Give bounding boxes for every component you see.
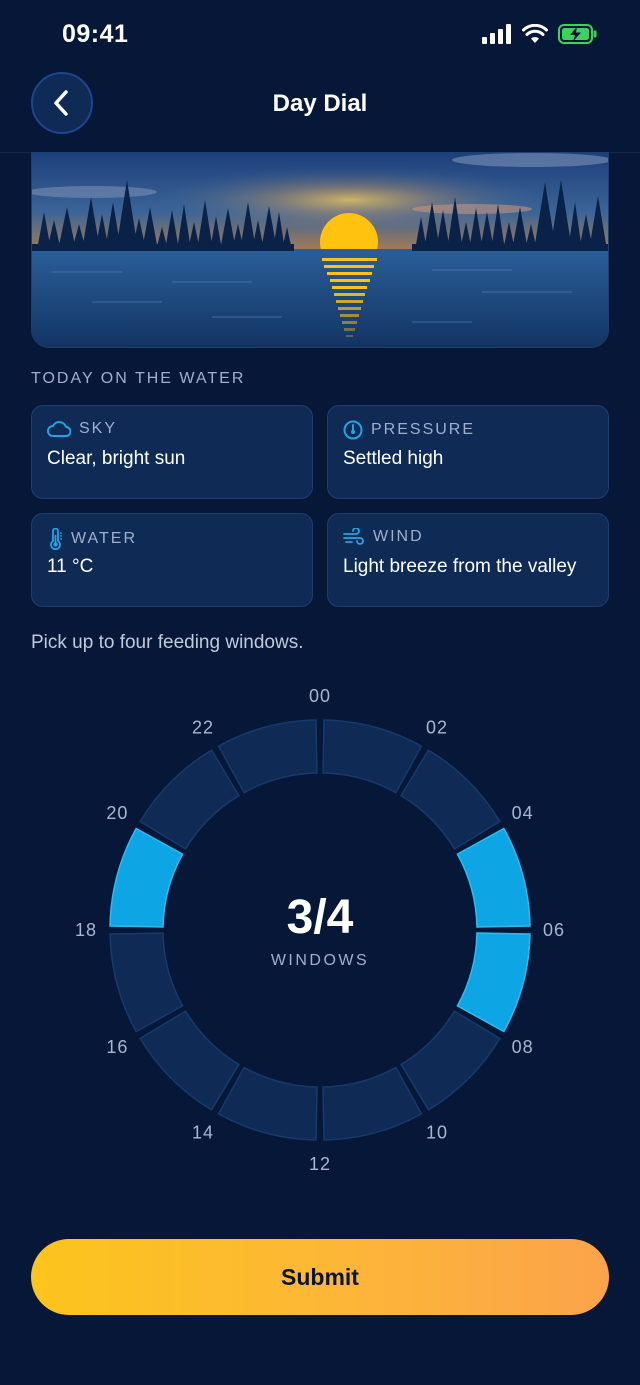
condition-value: Settled high [343,448,444,469]
battery-charging-icon [558,24,597,44]
dial-hour-label: 22 [192,717,214,737]
condition-card-wind: WIND Light breeze from the valley [327,513,609,607]
dial-hour-label: 08 [512,1037,534,1057]
dial-segment-21[interactable] [139,749,240,850]
condition-value: Clear, bright sun [47,448,186,469]
wind-icon [343,528,364,545]
status-icons [482,24,598,44]
condition-card-pressure: PRESSURE Settled high [327,405,609,499]
dial-hour-label: 02 [426,717,448,737]
condition-card-water: WATER 11 °C [31,513,313,607]
dial-hour-label: 12 [309,1154,331,1174]
submit-button[interactable]: Submit [31,1239,609,1315]
dial-hour-label: 00 [309,686,331,706]
nav-bar: Day Dial [0,70,640,153]
condition-label: SKY [79,420,118,437]
condition-label: WATER [71,530,137,547]
selection-count-label: WINDOWS [270,952,370,969]
dial-segment-07[interactable] [456,932,531,1033]
condition-label: PRESSURE [371,421,476,438]
condition-value: Light breeze from the valley [343,556,577,577]
dial-hour-label: 04 [512,803,534,823]
status-time: 09:41 [62,20,129,48]
selection-hint: Pick up to four feeding windows. [31,632,304,653]
dial-segment-17[interactable] [109,932,184,1033]
dial-segment-01[interactable] [322,719,423,794]
dial-hour-label: 16 [106,1037,128,1057]
dial-segment-15[interactable] [139,1010,240,1111]
signal-icon [482,24,511,44]
dial-hour-label: 10 [426,1123,448,1143]
dial-segment-09[interactable] [400,1010,501,1111]
dial-segment-11[interactable] [322,1066,423,1141]
selection-count: 3/4 [286,891,354,944]
wifi-icon [522,24,548,43]
condition-value: 11 °C [47,556,94,577]
section-label: TODAY ON THE WATER [31,370,246,387]
thermometer-icon [50,528,62,550]
hero-sunset-illustration [31,152,609,348]
dial-segment-03[interactable] [400,749,501,850]
condition-label: WIND [373,528,424,545]
status-bar: 09:41 [0,0,640,70]
dial-segment-23[interactable] [217,719,318,794]
dial-segment-13[interactable] [217,1066,318,1141]
cloud-icon [47,421,71,437]
gauge-icon [343,420,363,440]
page-title: Day Dial [272,90,368,117]
dial-hour-label: 14 [192,1123,214,1143]
condition-card-sky: SKY Clear, bright sun [31,405,313,499]
dial-hour-label: 20 [106,803,128,823]
